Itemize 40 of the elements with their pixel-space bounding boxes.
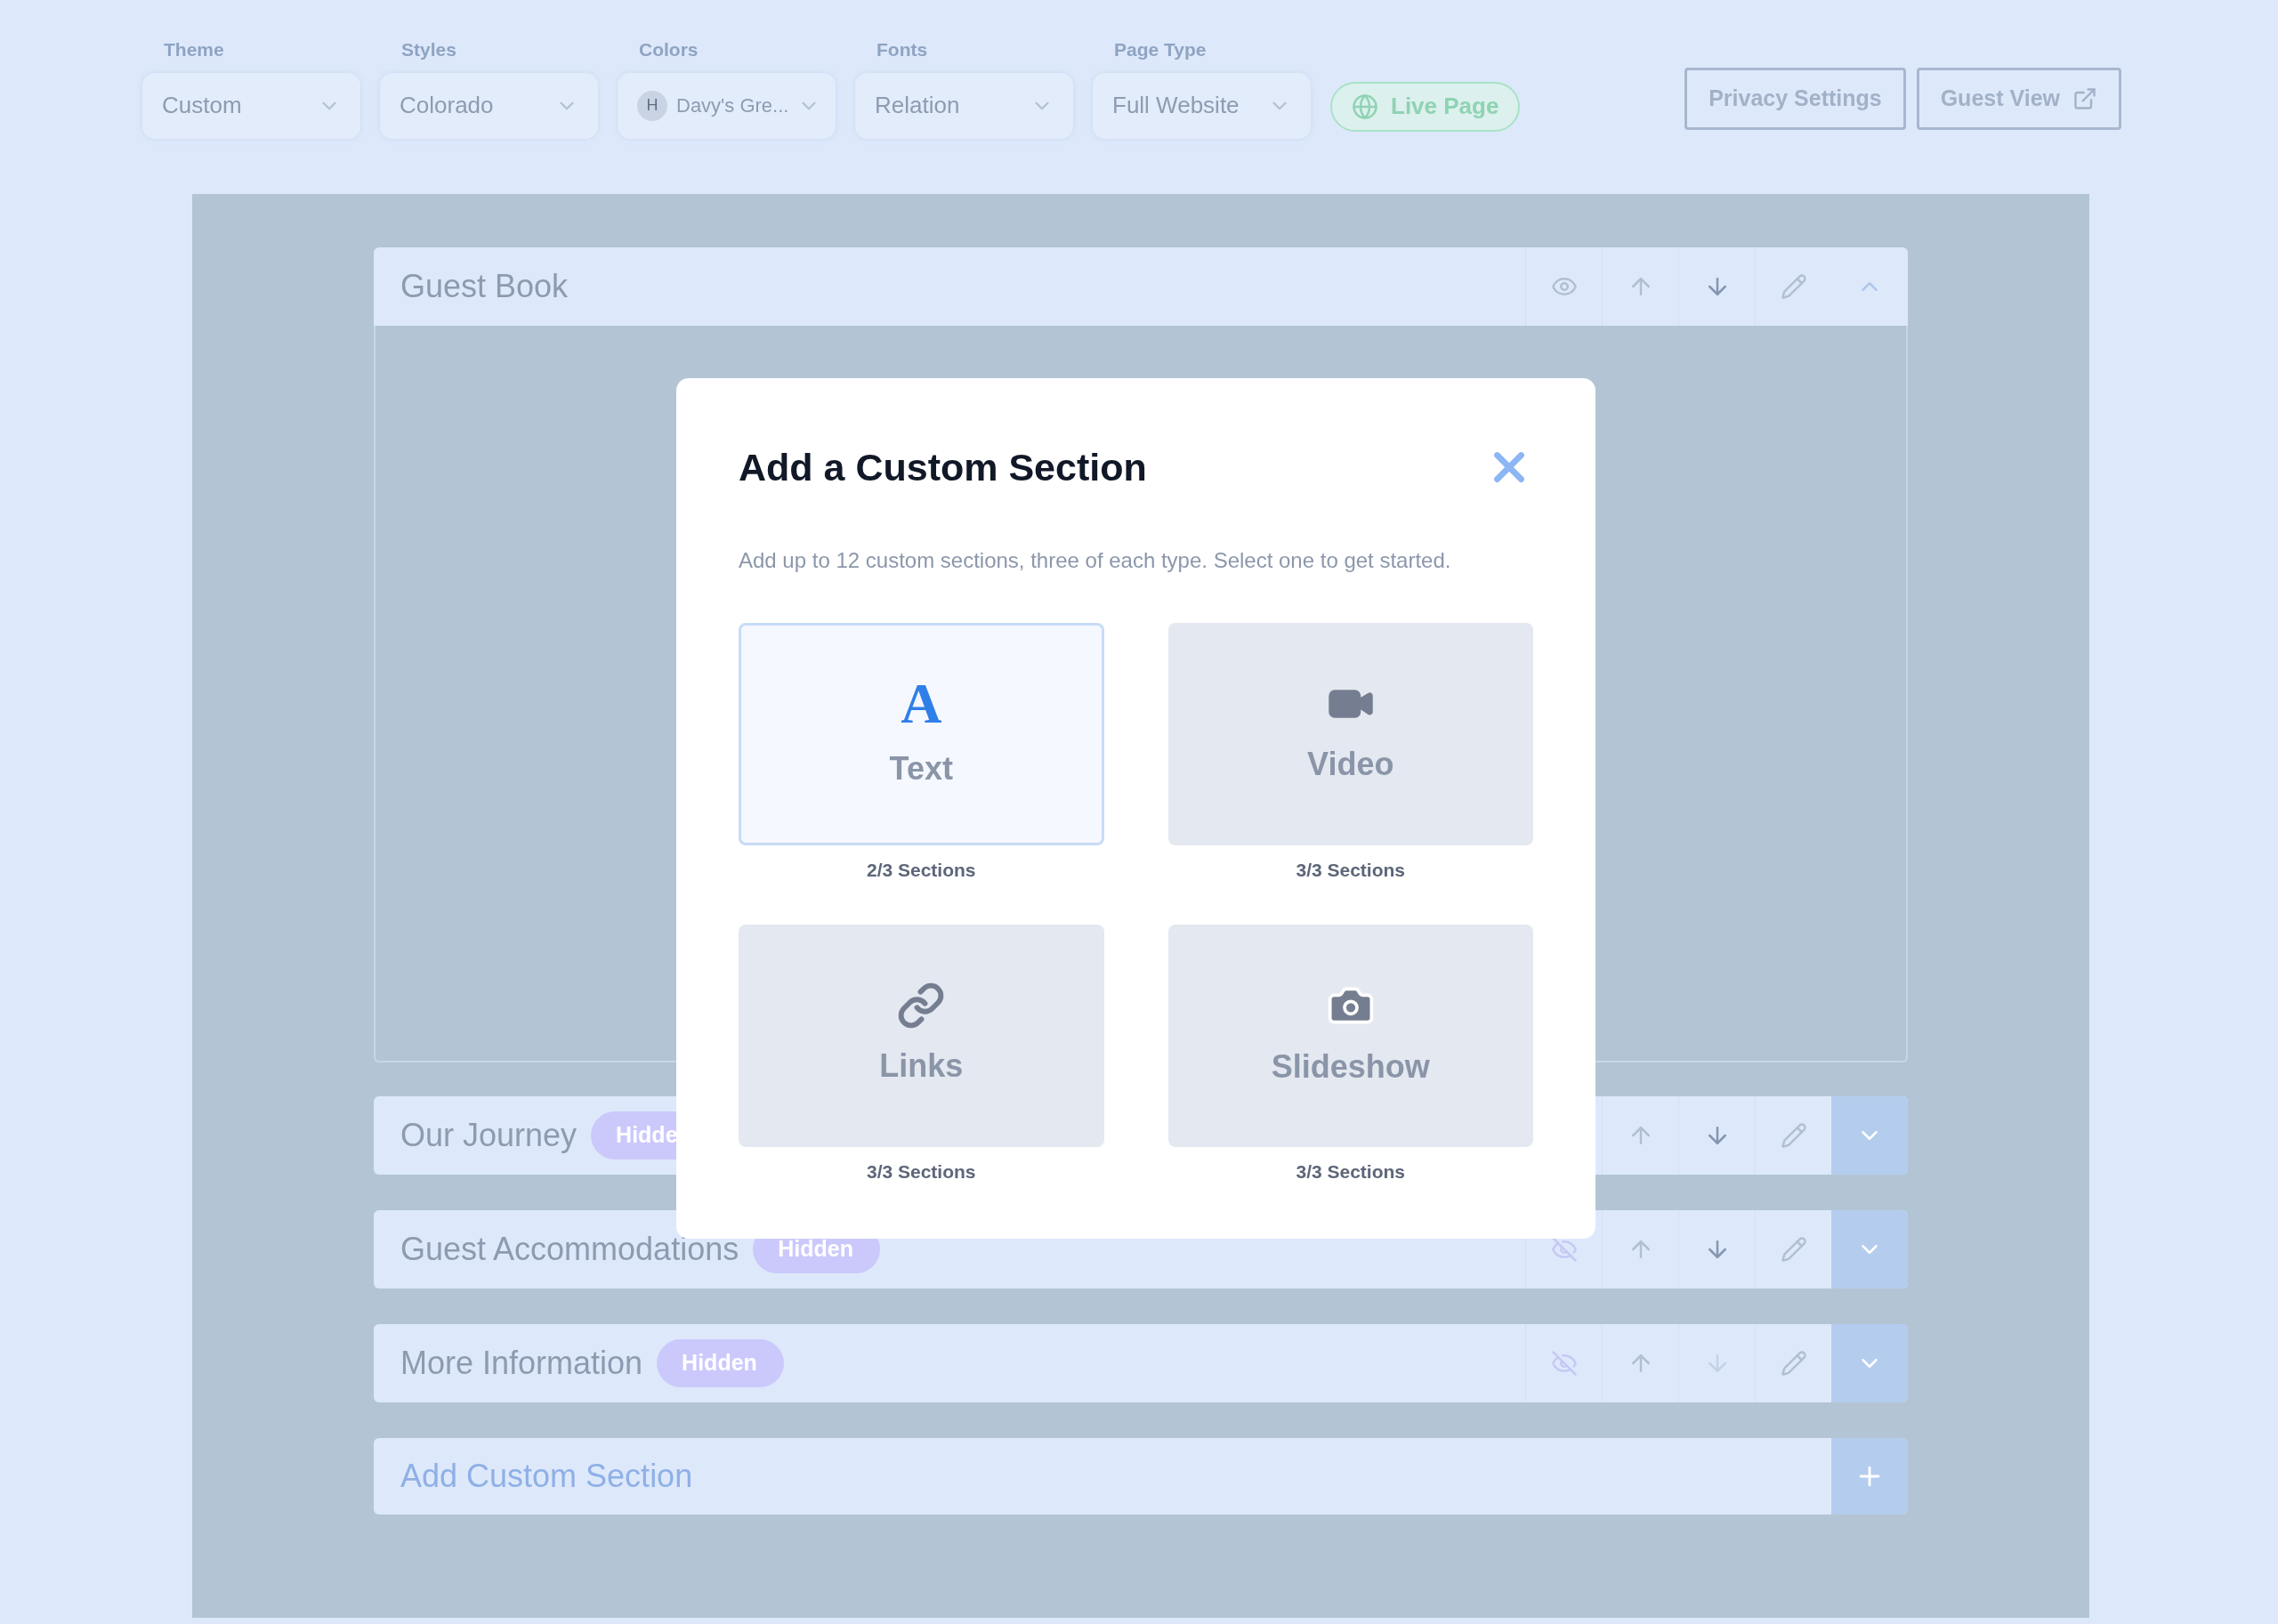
section-title: Our Journey <box>400 1116 578 1155</box>
section-title: More Information <box>400 1344 643 1383</box>
dropdown[interactable]: H Davy's Gre... <box>618 72 836 139</box>
dropdown-label: Page Type <box>1113 38 1208 61</box>
privacy-settings-button[interactable]: Privacy Settings <box>1684 68 1906 130</box>
eye-off-icon <box>1550 1236 1578 1263</box>
section-count: 3/3 Sections <box>866 1160 976 1184</box>
letter-icon: A <box>901 675 942 732</box>
dropdown-label: Styles <box>400 38 457 61</box>
add-section-field[interactable]: Add Custom Section <box>374 1438 1908 1515</box>
dropdown[interactable]: Custom <box>142 72 360 139</box>
section-count: 3/3 Sections <box>1296 1160 1406 1184</box>
swatch-icon: H <box>637 90 667 121</box>
globe-icon <box>1352 93 1378 120</box>
section-type-card[interactable]: A Text <box>739 622 1104 845</box>
dropdown[interactable]: Full Website <box>1093 72 1311 139</box>
guest-view-button[interactable]: Guest View <box>1916 68 2121 130</box>
external-link-icon <box>2072 86 2097 111</box>
dropdown-label: Theme <box>163 38 225 61</box>
pencil-icon <box>1780 1350 1807 1377</box>
pencil-icon <box>1780 273 1807 300</box>
dropdown[interactable]: Colorado <box>380 72 598 139</box>
dialog-description: Add up to 12 custom sections, three of each type. Select one to get started. <box>739 546 1452 574</box>
pencil-icon <box>1780 1122 1807 1149</box>
section-title: Guest Book <box>400 267 569 306</box>
dialog-title: Add a Custom Section <box>739 445 1147 490</box>
section-count: 3/3 Sections <box>1296 858 1406 882</box>
dropdown-label: Colors <box>638 38 699 61</box>
section-title: Guest Accommodations <box>400 1230 739 1269</box>
pencil-icon <box>1780 1236 1807 1263</box>
link-icon <box>897 982 946 1030</box>
dropdown-label: Fonts <box>876 38 929 61</box>
dropdown[interactable]: Relation <box>855 72 1073 139</box>
expand-button[interactable] <box>1831 1210 1908 1289</box>
expand-button[interactable] <box>1831 1096 1908 1175</box>
add-button[interactable] <box>1831 1438 1908 1515</box>
live-page-button[interactable]: Live Page <box>1330 81 1521 132</box>
section-count: 2/3 Sections <box>866 858 976 882</box>
expand-button[interactable] <box>1831 1324 1908 1402</box>
eye-off-icon <box>1550 1350 1578 1377</box>
